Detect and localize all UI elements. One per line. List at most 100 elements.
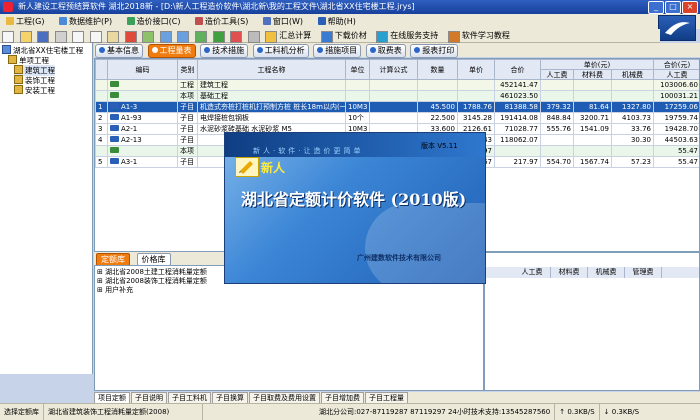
tab-quantity[interactable]: 工程量表 <box>147 44 196 58</box>
cell-no[interactable] <box>95 79 108 91</box>
menu-data-maintenance[interactable]: 数据维护(P) <box>53 14 118 29</box>
cell-code[interactable] <box>107 145 178 157</box>
quota-node[interactable]: ⊞ 用户补充 <box>97 286 133 295</box>
quota-node[interactable]: ⊞ 湖北省2008装饰工程消耗量定额 <box>97 277 207 286</box>
col-header-unit[interactable]: 单位 <box>345 59 370 80</box>
cell-name[interactable]: 机造式夯桩打桩机打预制方桩 桩长18m以内(一 <box>197 101 346 113</box>
col-header-code[interactable]: 编码 <box>107 59 178 80</box>
col-header-material[interactable]: 材料费 <box>573 69 612 80</box>
cell-no[interactable]: 1 <box>95 101 108 113</box>
cell-labor[interactable]: 379.32 <box>540 101 574 113</box>
copy-button[interactable] <box>89 30 103 43</box>
cell-labor-total[interactable]: 103006.60 <box>653 79 699 91</box>
cell-total[interactable] <box>494 145 541 157</box>
tab-material-analysis[interactable]: 工料机分析 <box>252 44 309 58</box>
cell-qty[interactable] <box>417 90 458 102</box>
cell-type[interactable]: 工程 <box>177 79 198 91</box>
cell-machine[interactable] <box>611 145 654 157</box>
cell-machine[interactable]: 30.30 <box>611 134 654 146</box>
col-header-type[interactable]: 类别 <box>177 59 198 80</box>
col-header-machine[interactable]: 机械费 <box>611 69 654 80</box>
cell-total[interactable]: 452141.47 <box>494 79 541 91</box>
cell-formula[interactable] <box>369 79 418 91</box>
detail-col-machine[interactable]: 机械费 <box>588 267 625 278</box>
cell-code[interactable]: A3-1 <box>107 156 178 168</box>
menu-window[interactable]: 窗口(W) <box>257 14 309 29</box>
col-header-labor[interactable]: 人工费 <box>540 69 574 80</box>
open-file-button[interactable] <box>19 30 33 43</box>
col-header-qty[interactable]: 数量 <box>417 59 458 80</box>
cell-labor[interactable] <box>540 79 574 91</box>
cell-type[interactable]: 本项 <box>177 90 198 102</box>
sum-calc-button[interactable]: 汇总计算 <box>264 30 316 43</box>
cell-code[interactable]: A1-3 <box>107 101 178 113</box>
cell-qty[interactable]: 45.500 <box>417 101 458 113</box>
cell-no[interactable]: 4 <box>95 134 108 146</box>
quota-node[interactable]: ⊞ 湖北省2008土建工程消耗量定额 <box>97 268 207 277</box>
cell-labor-total[interactable]: 44503.63 <box>653 134 699 146</box>
maximize-button[interactable]: □ <box>665 1 681 14</box>
detail-col-material[interactable]: 材料费 <box>551 267 588 278</box>
col-header-price[interactable]: 单价 <box>457 59 495 80</box>
cell-machine[interactable]: 1327.80 <box>611 101 654 113</box>
cell-type[interactable]: 子目 <box>177 112 198 124</box>
table-row[interactable]: 本项 基础工程 461023.50 100031.21 <box>95 90 699 102</box>
menu-cost-interface[interactable]: 造价接口(C) <box>121 14 187 29</box>
cell-type[interactable]: 子目 <box>177 156 198 168</box>
save-button[interactable] <box>36 30 50 43</box>
cell-price[interactable]: 3145.28 <box>457 112 495 124</box>
cell-no[interactable]: 2 <box>95 112 108 124</box>
cell-name[interactable]: 基础工程 <box>197 90 346 102</box>
cell-labor[interactable] <box>540 134 574 146</box>
cell-material[interactable] <box>573 145 612 157</box>
tab-fee-table[interactable]: 取费表 <box>365 44 406 58</box>
calc-button[interactable] <box>247 30 261 43</box>
table-row[interactable]: 2 A1-93 子目 电焊接桩包钢板 10个 22.500 3145.28 191414.08… <box>95 112 699 124</box>
new-file-button[interactable] <box>1 30 15 43</box>
cell-material[interactable] <box>573 79 612 91</box>
print-button[interactable] <box>54 30 68 43</box>
cell-price[interactable] <box>457 90 495 102</box>
cell-formula[interactable] <box>369 101 418 113</box>
cell-machine[interactable]: 33.76 <box>611 123 654 135</box>
select-library-button[interactable]: 选择定额库 <box>0 404 44 420</box>
online-support-button[interactable]: 在线服务支持 <box>375 30 443 43</box>
cell-name[interactable]: 电焊接桩包钢板 <box>197 112 346 124</box>
table-row[interactable]: 1 A1-3 子目 机造式夯桩打桩机打预制方桩 桩长18m以内(一 10M3 45.500… <box>95 101 699 113</box>
cell-total[interactable]: 81388.58 <box>494 101 541 113</box>
cell-labor-total[interactable]: 100031.21 <box>653 90 699 102</box>
cell-machine[interactable]: 57.23 <box>611 156 654 168</box>
check-button[interactable] <box>212 30 226 43</box>
col-header-labor-total[interactable]: 人工费 <box>653 69 699 80</box>
cell-type[interactable]: 本项 <box>177 145 198 157</box>
tab-report-print[interactable]: 报表打印 <box>410 44 459 58</box>
cell-machine[interactable]: 4103.73 <box>611 112 654 124</box>
cell-material[interactable] <box>573 90 612 102</box>
cancel-tool-button[interactable] <box>229 30 243 43</box>
cell-formula[interactable] <box>369 112 418 124</box>
cell-labor[interactable]: 555.76 <box>540 123 574 135</box>
detail-col-labor[interactable]: 人工费 <box>514 267 551 278</box>
cell-qty[interactable] <box>417 79 458 91</box>
cell-labor-total[interactable]: 55.47 <box>653 145 699 157</box>
cell-code[interactable] <box>107 90 178 102</box>
close-button[interactable]: × <box>682 1 698 14</box>
cell-code[interactable] <box>107 79 178 91</box>
cell-material[interactable]: 3200.71 <box>573 112 612 124</box>
cell-material[interactable]: 1541.09 <box>573 123 612 135</box>
menu-cost-tools[interactable]: 造价工具(S) <box>189 14 254 29</box>
tab-measure-items[interactable]: 措施项目 <box>313 44 362 58</box>
tab-technical-measures[interactable]: 技术措施 <box>200 44 249 58</box>
cell-total[interactable]: 71028.77 <box>494 123 541 135</box>
cell-no[interactable]: 5 <box>95 156 108 168</box>
cell-unit[interactable]: 10M3 <box>345 101 370 113</box>
cell-name[interactable]: 建筑工程 <box>197 79 346 91</box>
cell-type[interactable]: 子目 <box>177 101 198 113</box>
cell-material[interactable] <box>573 134 612 146</box>
cell-code[interactable]: A2-13 <box>107 134 178 146</box>
cell-qty[interactable]: 22.500 <box>417 112 458 124</box>
tree-item-installation[interactable]: 安装工程 <box>14 85 55 96</box>
cell-labor-total[interactable]: 17259.06 <box>653 101 699 113</box>
cell-labor-total[interactable]: 55.47 <box>653 156 699 168</box>
col-header-formula[interactable]: 计算公式 <box>369 59 418 80</box>
